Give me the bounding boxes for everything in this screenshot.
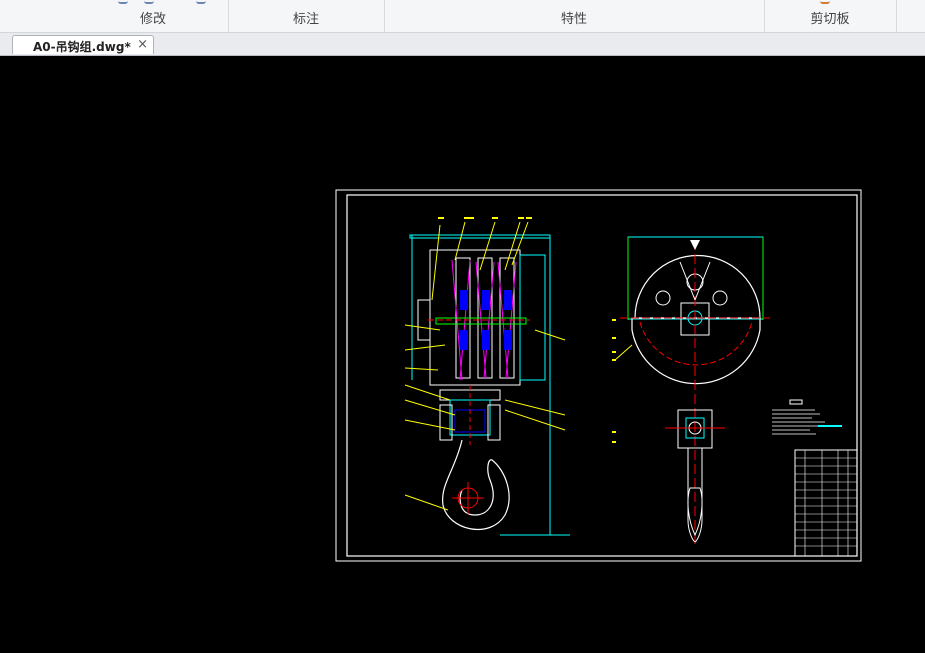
hook-block-side-view	[404, 217, 570, 536]
ribbon-group-clipboard[interactable]: 剪切板	[764, 0, 897, 32]
drawing-svg	[335, 189, 862, 562]
ribbon-group-label: 特性	[560, 12, 587, 27]
ribbon-group-label: 标注	[292, 12, 319, 27]
ribbon-group-modify[interactable]: 修改	[78, 0, 229, 32]
drawing-frame-outer	[335, 189, 862, 562]
ribbon-group-label: 修改	[139, 12, 166, 27]
ribbon: 修改 标注 特性 剪切板	[0, 0, 925, 33]
ribbon-group-label: 剪切板	[810, 12, 850, 27]
detail-callout	[772, 399, 842, 435]
ribbon-group-dimension[interactable]: 标注	[228, 0, 385, 32]
document-tab[interactable]: A0-吊钩组.dwg* ×	[12, 35, 154, 54]
close-tab-icon[interactable]: ×	[137, 37, 148, 52]
document-tab-bar: A0-吊钩组.dwg* ×	[0, 33, 925, 56]
ribbon-group-properties[interactable]: 特性	[384, 0, 765, 32]
hook-block-front-view	[612, 236, 770, 545]
drawing-canvas[interactable]	[0, 56, 925, 653]
title-block	[794, 449, 858, 557]
document-tab-label: A0-吊钩组.dwg*	[33, 40, 131, 54]
